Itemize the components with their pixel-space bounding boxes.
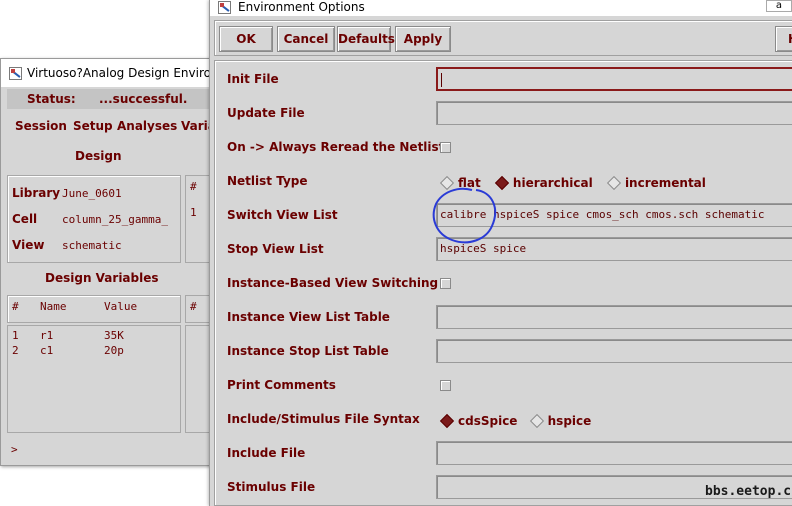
virtuoso-app-icon: [218, 1, 231, 14]
design-header: Design: [75, 149, 122, 163]
radio-incremental[interactable]: incremental: [605, 175, 706, 190]
stimulus-file-label: Stimulus File: [227, 480, 316, 494]
stimulus-syntax-radio-group: cdsSpice hspice: [438, 411, 591, 431]
switch-view-list-field[interactable]: calibre hspiceS spice cmos_sch cmos.sch …: [436, 203, 792, 227]
radio-diamond-selected-icon: [494, 175, 509, 190]
var-row-index: 1: [12, 329, 19, 342]
ade-window-title: Virtuoso?Analog Design Environ: [27, 66, 213, 80]
switch-view-list-label: Switch View List: [227, 208, 338, 222]
radio-diamond-icon: [529, 413, 544, 428]
ok-button[interactable]: OK: [219, 26, 273, 52]
init-file-field[interactable]: [436, 67, 792, 91]
cell-label: Cell: [12, 212, 38, 226]
menu-setup[interactable]: Setup: [73, 119, 113, 133]
menu-session[interactable]: Session: [15, 119, 67, 133]
environment-options-window: Environment Options OK Cancel Defaults A…: [209, 0, 792, 506]
radio-hierarchical[interactable]: hierarchical: [493, 175, 593, 190]
virtuoso-app-icon: [9, 67, 22, 80]
site-watermark: bbs.eetop.cn: [705, 484, 792, 499]
cell-value[interactable]: column_25_gamma_: [62, 213, 180, 226]
netlist-type-label: Netlist Type: [227, 174, 308, 188]
var-col-hash: #: [12, 300, 19, 313]
table-row[interactable]: 2 c1 20p: [8, 344, 178, 358]
instance-stop-table-label: Instance Stop List Table: [227, 344, 389, 358]
command-prompt: >: [11, 443, 18, 456]
cancel-button[interactable]: Cancel: [277, 26, 335, 52]
include-file-label: Include File: [227, 446, 306, 460]
radio-flat[interactable]: flat: [438, 175, 481, 190]
radio-diamond-icon: [606, 175, 622, 190]
view-label: View: [12, 238, 45, 252]
var-row-index: 2: [12, 344, 19, 357]
design-panel: Library June_0601 Cell column_25_gamma_ …: [7, 175, 181, 263]
variables-list[interactable]: 1 r1 35K 2 c1 20p: [7, 325, 181, 433]
library-label: Library: [12, 186, 61, 200]
update-file-field[interactable]: [436, 101, 792, 125]
include-file-field[interactable]: [436, 441, 792, 465]
defaults-button[interactable]: Defaults: [337, 26, 395, 52]
netlist-type-radio-group: flat hierarchical incremental: [438, 173, 706, 193]
instance-based-switching-label: Instance-Based View Switching: [227, 276, 439, 290]
stop-view-list-label: Stop View List: [227, 242, 324, 256]
ade-title-bar[interactable]: Virtuoso?Analog Design Environ: [1, 59, 213, 87]
design-variables-header: Design Variables: [45, 271, 159, 285]
var-row-name: c1: [40, 344, 54, 357]
options-form: Init File Update File On -> Always Rerea…: [214, 60, 792, 506]
instance-based-switching-checkbox[interactable]: [440, 278, 451, 289]
instance-view-table-field[interactable]: [436, 305, 792, 329]
table-row[interactable]: 1 r1 35K: [8, 329, 178, 343]
update-file-label: Update File: [227, 106, 305, 120]
radio-diamond-icon: [439, 175, 455, 190]
radio-hspice[interactable]: hspice: [528, 413, 591, 428]
analyses-hash: #: [190, 180, 197, 193]
instance-view-table-label: Instance View List Table: [227, 310, 390, 324]
virtuoso-ade-window: Virtuoso?Analog Design Environ Status: .…: [0, 58, 215, 466]
menu-analyses[interactable]: Analyses: [117, 119, 177, 133]
var-col-value: Value: [104, 300, 138, 313]
stop-view-list-field[interactable]: hspiceS spice: [436, 237, 792, 261]
init-file-label: Init File: [227, 72, 279, 86]
help-button[interactable]: H: [775, 26, 792, 52]
stimulus-syntax-label: Include/Stimulus File Syntax: [227, 412, 420, 426]
var-row-name: r1: [40, 329, 54, 342]
analyses-row-1: 1: [190, 206, 197, 219]
instance-stop-table-field[interactable]: [436, 339, 792, 363]
var-row-value: 20p: [104, 344, 124, 357]
var-row-value: 35K: [104, 329, 124, 342]
print-comments-checkbox[interactable]: [440, 380, 451, 391]
text-caret: [441, 73, 442, 87]
apply-button[interactable]: Apply: [395, 26, 451, 52]
corner-window-fragment: a: [766, 0, 792, 12]
radio-diamond-selected-icon: [439, 413, 455, 428]
always-reread-checkbox[interactable]: [440, 142, 451, 153]
var-col-name: Name: [40, 300, 67, 313]
ade-status-bar: Status: ...successful.: [7, 89, 213, 109]
env-title-bar[interactable]: Environment Options: [210, 0, 792, 16]
variables-header-row: # Name Value: [7, 295, 181, 323]
view-value[interactable]: schematic: [62, 239, 122, 252]
radio-cdsspice[interactable]: cdsSpice: [438, 413, 517, 428]
outputs-hash: #: [190, 300, 197, 313]
ade-menubar: Session Setup Analyses Varia: [7, 115, 213, 137]
button-bar: OK Cancel Defaults Apply H: [214, 20, 792, 56]
always-reread-label: On -> Always Reread the Netlist: [227, 140, 445, 154]
library-value[interactable]: June_0601: [62, 187, 122, 200]
env-window-title: Environment Options: [238, 0, 365, 14]
print-comments-label: Print Comments: [227, 378, 336, 392]
status-label: Status:: [27, 92, 76, 106]
status-value: ...successful.: [99, 92, 188, 106]
